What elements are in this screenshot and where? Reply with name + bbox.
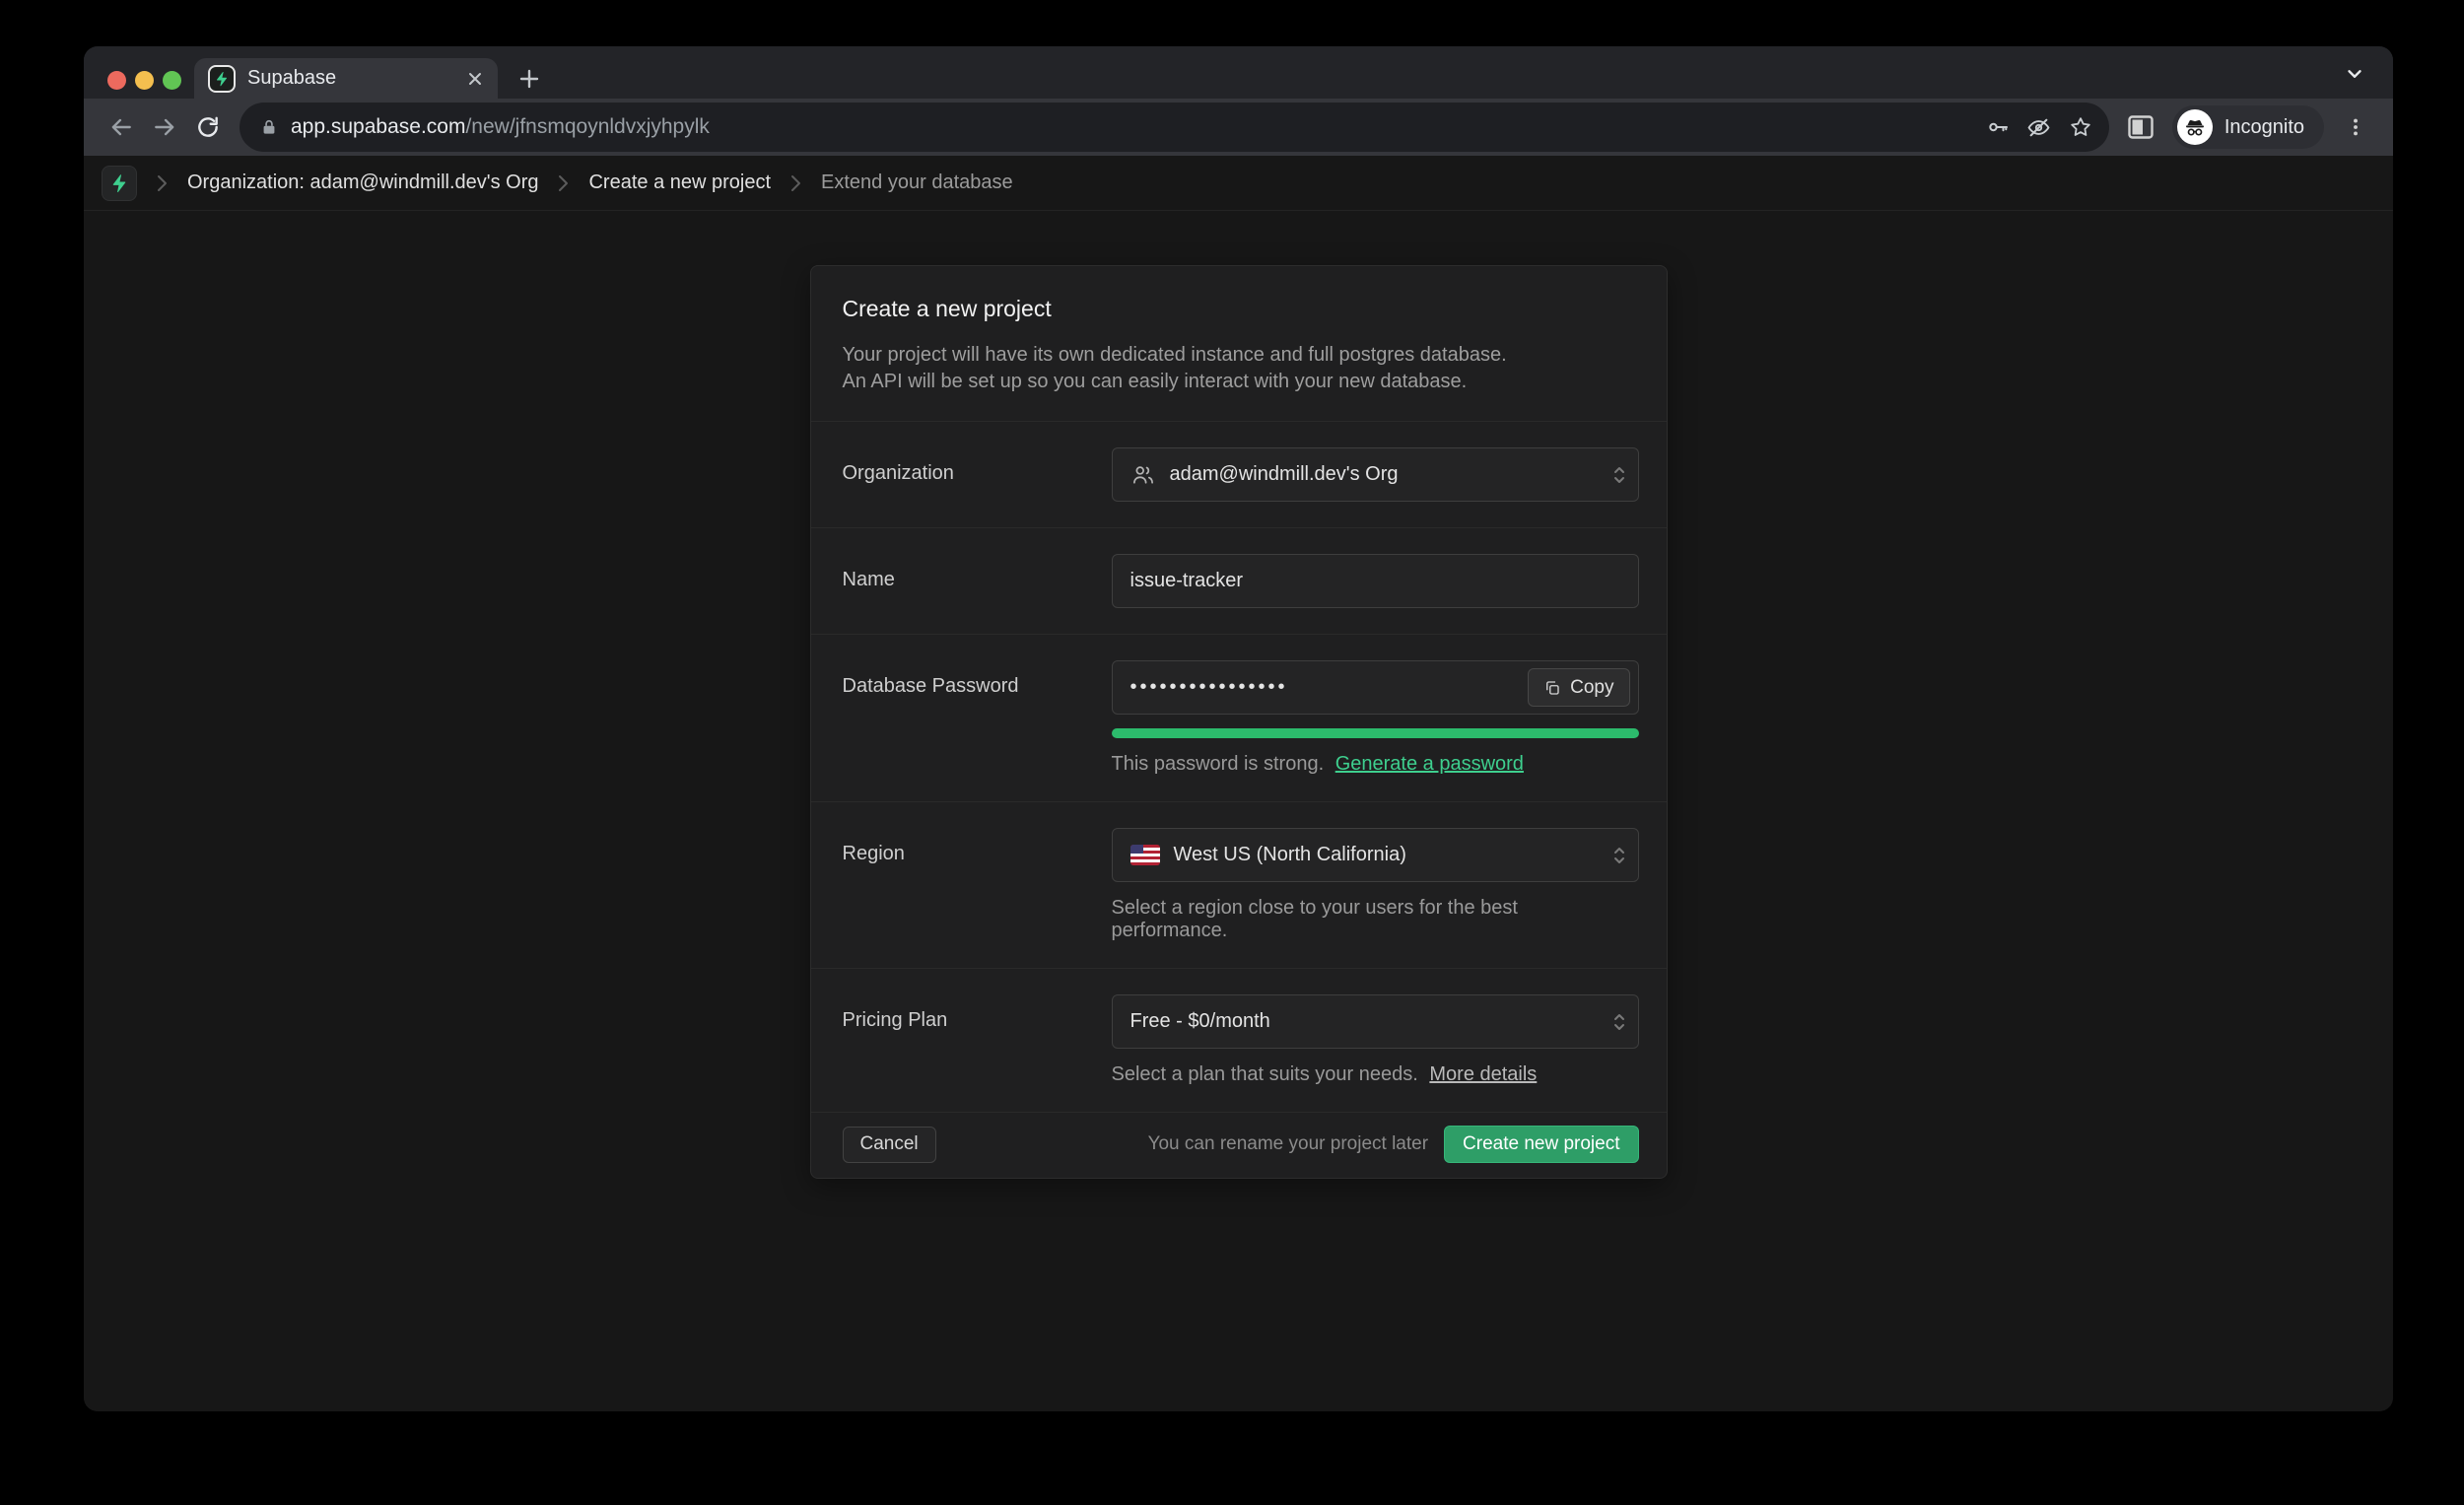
copy-password-button[interactable]: Copy <box>1528 668 1629 707</box>
kebab-menu-icon[interactable] <box>2334 105 2377 149</box>
breadcrumb-chevron-icon <box>558 174 569 192</box>
generate-password-link[interactable]: Generate a password <box>1335 753 1524 775</box>
traffic-lights <box>107 71 181 90</box>
page-body: Create a new project Your project will h… <box>84 211 2393 1411</box>
incognito-icon <box>2177 109 2213 145</box>
side-panel-icon[interactable] <box>2119 105 2162 149</box>
organization-select[interactable]: adam@windmill.dev's Org <box>1112 447 1639 502</box>
url-path: /new/jfnsmqoynldvxjyhpylk <box>465 115 709 138</box>
forward-icon[interactable] <box>143 105 186 149</box>
pricing-helper: Select a plan that suits your needs. Mor… <box>1112 1063 1639 1086</box>
password-row: Database Password Copy This password is … <box>811 635 1667 802</box>
tab-strip: Supabase <box>84 46 2393 99</box>
us-flag-icon <box>1130 845 1160 865</box>
lock-icon <box>259 117 279 137</box>
card-description-line2: An API will be set up so you can easily … <box>843 369 1635 395</box>
create-new-project-button[interactable]: Create new project <box>1444 1126 1638 1163</box>
reload-icon[interactable] <box>186 105 230 149</box>
pricing-value: Free - $0/month <box>1130 1010 1270 1033</box>
pricing-row: Pricing Plan Free - $0/month Select a pl… <box>811 969 1667 1113</box>
close-window-button[interactable] <box>107 71 126 90</box>
name-label: Name <box>843 554 1112 608</box>
cancel-button[interactable]: Cancel <box>843 1127 936 1163</box>
incognito-label: Incognito <box>2224 116 2304 139</box>
eye-off-icon[interactable] <box>2019 106 2060 148</box>
pricing-label: Pricing Plan <box>843 994 1112 1086</box>
new-tab-icon[interactable] <box>517 67 541 91</box>
select-chevrons-icon <box>1612 845 1626 866</box>
create-project-card: Create a new project Your project will h… <box>810 265 1668 1179</box>
region-value: West US (North California) <box>1174 844 1406 866</box>
close-tab-icon[interactable] <box>466 70 484 88</box>
card-description-line1: Your project will have its own dedicated… <box>843 342 1635 369</box>
select-chevrons-icon <box>1612 1011 1626 1033</box>
key-icon[interactable] <box>1977 106 2019 148</box>
region-select[interactable]: West US (North California) <box>1112 828 1639 882</box>
pricing-select[interactable]: Free - $0/month <box>1112 994 1639 1049</box>
password-label: Database Password <box>843 660 1112 776</box>
password-strength-text: This password is strong. <box>1112 753 1325 775</box>
region-helper: Select a region close to your users for … <box>1112 897 1639 942</box>
name-input[interactable] <box>1112 554 1639 608</box>
browser-toolbar: app.supabase.com/new/jfnsmqoynldvxjyhpyl… <box>84 99 2393 156</box>
select-chevrons-icon <box>1612 464 1626 486</box>
copy-button-label: Copy <box>1570 677 1613 699</box>
pricing-helper-text: Select a plan that suits your needs. <box>1112 1063 1418 1085</box>
tab-title: Supabase <box>247 67 454 90</box>
users-icon <box>1130 462 1156 488</box>
breadcrumb-item-organization[interactable]: Organization: adam@windmill.dev's Org <box>187 171 538 194</box>
minimize-window-button[interactable] <box>135 71 154 90</box>
supabase-favicon-icon <box>208 65 236 93</box>
region-row: Region West US (North California) Select… <box>811 802 1667 969</box>
name-row: Name <box>811 528 1667 635</box>
more-details-link[interactable]: More details <box>1429 1063 1537 1085</box>
supabase-bolt-icon[interactable] <box>102 166 137 201</box>
back-icon[interactable] <box>100 105 143 149</box>
url-bar[interactable]: app.supabase.com/new/jfnsmqoynldvxjyhpyl… <box>240 103 2109 152</box>
password-helper: This password is strong. Generate a pass… <box>1112 753 1639 776</box>
incognito-badge[interactable]: Incognito <box>2172 105 2324 149</box>
page-title: Create a new project <box>843 296 1635 322</box>
breadcrumb-chevron-icon <box>790 174 801 192</box>
rename-note: You can rename your project later <box>1148 1133 1428 1155</box>
zoom-window-button[interactable] <box>163 71 181 90</box>
password-strength-bar <box>1112 728 1639 738</box>
organization-row: Organization adam@windmill.dev's Org <box>811 422 1667 528</box>
browser-tab[interactable]: Supabase <box>194 58 498 99</box>
star-icon[interactable] <box>2060 106 2101 148</box>
copy-icon <box>1543 679 1561 697</box>
breadcrumb-chevron-icon <box>157 174 168 192</box>
breadcrumb: Organization: adam@windmill.dev's Org Cr… <box>84 156 2393 211</box>
breadcrumb-item-extend-database: Extend your database <box>821 171 1013 194</box>
region-label: Region <box>843 828 1112 942</box>
breadcrumb-item-create-project[interactable]: Create a new project <box>588 171 771 194</box>
card-footer: Cancel You can rename your project later… <box>811 1113 1667 1178</box>
organization-label: Organization <box>843 447 1112 502</box>
browser-window: Supabase app.supabase.com/new/jfnsmqoynl… <box>84 46 2393 1411</box>
card-header: Create a new project Your project will h… <box>811 266 1667 422</box>
organization-value: adam@windmill.dev's Org <box>1170 463 1399 486</box>
url-text: app.supabase.com/new/jfnsmqoynldvxjyhpyl… <box>291 115 710 139</box>
tab-search-chevron-down-icon[interactable] <box>2344 63 2365 85</box>
url-domain: app.supabase.com <box>291 115 465 138</box>
